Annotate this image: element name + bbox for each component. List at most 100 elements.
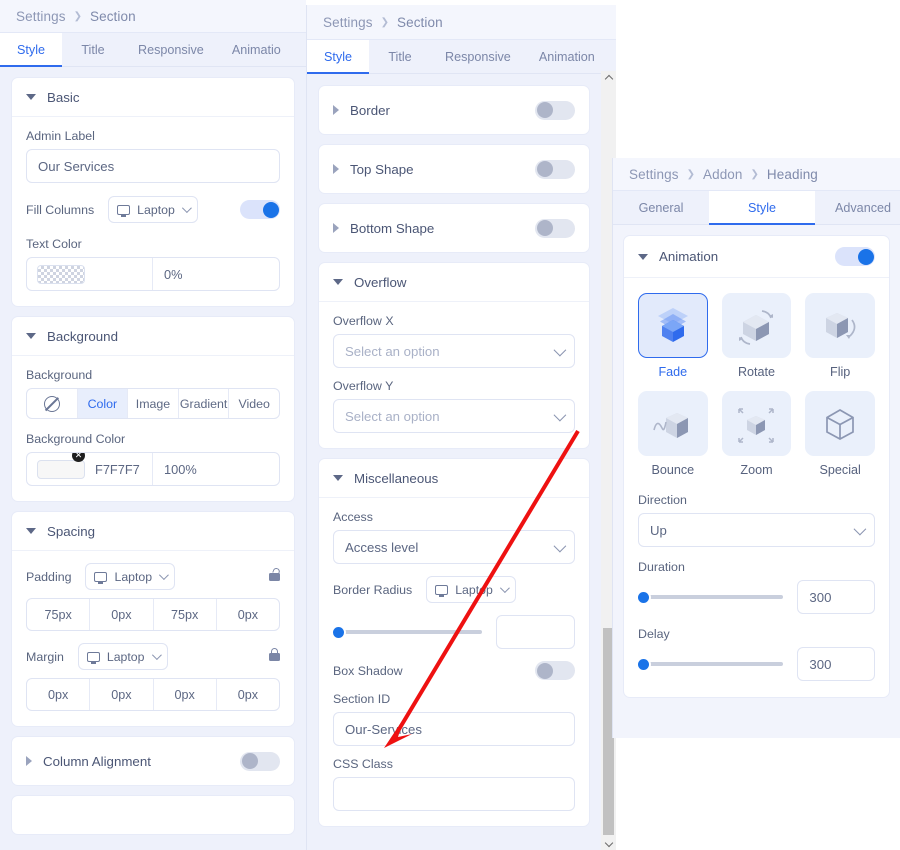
padding-lock-toggle[interactable] [269, 572, 280, 581]
card-column-alignment-header[interactable]: Column Alignment [12, 737, 294, 785]
card-spacing-header[interactable]: Spacing [12, 512, 294, 551]
background-type-color[interactable]: Color [77, 389, 129, 418]
background-color-swatch-area[interactable]: ✕ F7F7F7 [27, 453, 153, 485]
breadcrumb-item-section[interactable]: Section [90, 9, 136, 24]
animation-toggle[interactable] [835, 247, 875, 266]
tab-title[interactable]: Title [369, 40, 431, 73]
background-type-gradient[interactable]: Gradient [179, 389, 230, 418]
card-bottom-shape-header[interactable]: Bottom Shape [319, 204, 589, 252]
overflow-x-select[interactable]: Select an option [333, 334, 575, 368]
access-select[interactable]: Access level [333, 530, 575, 564]
margin-top-input[interactable]: 0px [27, 679, 91, 710]
animation-option-rotate-box[interactable] [721, 293, 792, 358]
direction-select[interactable]: Up [638, 513, 875, 547]
column-alignment-toggle[interactable] [240, 751, 280, 771]
animation-option-flip-box[interactable] [805, 293, 875, 358]
delay-slider[interactable] [638, 657, 784, 671]
slider-track [638, 662, 784, 666]
chevron-down-icon [553, 408, 567, 421]
background-type-video[interactable]: Video [229, 389, 279, 418]
animation-option-special[interactable]: Special [805, 391, 875, 477]
tab-advanced[interactable]: Advanced [815, 191, 900, 224]
card-background-body: Background Color Image Gradient Video Ba… [12, 356, 294, 501]
card-background-header[interactable]: Background [12, 317, 294, 356]
padding-top-input[interactable]: 75px [27, 599, 91, 630]
tab-style[interactable]: Style [709, 191, 815, 225]
tab-title[interactable]: Title [62, 33, 124, 66]
border-radius-device-select[interactable]: Laptop [426, 576, 516, 603]
margin-right-input[interactable]: 0px [90, 679, 154, 710]
padding-device-select[interactable]: Laptop [85, 563, 176, 590]
overflow-y-select[interactable]: Select an option [333, 399, 575, 433]
tab-responsive[interactable]: Responsive [124, 33, 218, 66]
animation-option-bounce-box[interactable] [638, 391, 708, 456]
tab-style[interactable]: Style [0, 33, 62, 67]
section-id-input[interactable]: Our-Services [333, 712, 575, 746]
slider-handle[interactable] [638, 591, 649, 603]
text-color-field[interactable]: 0% [26, 257, 280, 291]
border-radius-input[interactable] [496, 615, 575, 649]
box-shadow-toggle[interactable] [535, 661, 575, 680]
margin-device-select[interactable]: Laptop [77, 643, 168, 670]
delay-input[interactable]: 300 [797, 647, 875, 681]
text-color-opacity[interactable]: 0% [153, 258, 279, 290]
admin-label-input[interactable]: Our Services [26, 149, 280, 183]
border-radius-slider[interactable] [333, 625, 483, 639]
toggle-knob [857, 248, 874, 265]
caret-right-icon [26, 756, 32, 766]
animation-option-fade[interactable]: Fade [638, 293, 708, 379]
background-type-none[interactable] [27, 389, 78, 418]
scroll-down-button[interactable] [601, 835, 616, 850]
breadcrumb-item-section[interactable]: Section [397, 15, 443, 30]
animation-option-zoom[interactable]: Zoom [721, 391, 792, 477]
tab-animation[interactable]: Animation [525, 40, 609, 73]
text-color-swatch-area[interactable] [27, 258, 153, 290]
padding-left-input[interactable]: 0px [217, 599, 279, 630]
css-class-input[interactable] [333, 777, 575, 811]
direction-value: Up [650, 522, 667, 538]
breadcrumb-item-settings[interactable]: Settings [323, 15, 373, 30]
caret-down-icon [26, 333, 36, 339]
margin-bottom-input[interactable]: 0px [154, 679, 217, 710]
scroll-up-button[interactable] [601, 71, 616, 86]
card-animation-header[interactable]: Animation [624, 236, 889, 278]
breadcrumb-item-addon[interactable]: Addon [703, 167, 743, 182]
slider-handle[interactable] [638, 658, 649, 670]
slider-handle[interactable] [333, 626, 344, 638]
background-color-field[interactable]: ✕ F7F7F7 100% [26, 452, 280, 486]
color-swatch[interactable] [37, 459, 85, 479]
color-swatch-transparent[interactable] [37, 264, 85, 284]
padding-bottom-input[interactable]: 75px [154, 599, 217, 630]
padding-right-input[interactable]: 0px [90, 599, 154, 630]
tab-animation[interactable]: Animatio [218, 33, 295, 66]
bottom-shape-toggle[interactable] [535, 218, 575, 238]
background-type-image[interactable]: Image [128, 389, 179, 418]
background-color-opacity[interactable]: 100% [153, 453, 279, 485]
animation-option-special-box[interactable] [805, 391, 875, 456]
breadcrumb-item-settings[interactable]: Settings [629, 167, 679, 182]
card-basic-header[interactable]: Basic [12, 78, 294, 117]
border-toggle[interactable] [535, 100, 575, 120]
top-shape-toggle[interactable] [535, 159, 575, 179]
card-miscellaneous-header[interactable]: Miscellaneous [319, 459, 589, 498]
tab-responsive[interactable]: Responsive [431, 40, 525, 73]
animation-option-fade-box[interactable] [638, 293, 708, 358]
breadcrumb-item-heading[interactable]: Heading [767, 167, 818, 182]
card-border-header[interactable]: Border [319, 86, 589, 134]
tab-style[interactable]: Style [307, 40, 369, 74]
margin-lock-toggle[interactable] [269, 647, 280, 661]
animation-option-rotate[interactable]: Rotate [721, 293, 792, 379]
animation-option-flip[interactable]: Flip [805, 293, 875, 379]
animation-option-bounce[interactable]: Bounce [638, 391, 708, 477]
duration-input[interactable]: 300 [797, 580, 875, 614]
tabbar-middle: Style Title Responsive Animation [307, 40, 616, 74]
breadcrumb-item-settings[interactable]: Settings [16, 9, 66, 24]
margin-left-input[interactable]: 0px [217, 679, 279, 710]
duration-slider[interactable] [638, 590, 784, 604]
fill-columns-toggle[interactable] [240, 200, 280, 219]
card-top-shape-header[interactable]: Top Shape [319, 145, 589, 193]
fill-columns-device-select[interactable]: Laptop [108, 196, 198, 223]
tab-general[interactable]: General [613, 191, 709, 224]
animation-option-zoom-box[interactable] [721, 391, 792, 456]
card-overflow-header[interactable]: Overflow [319, 263, 589, 302]
